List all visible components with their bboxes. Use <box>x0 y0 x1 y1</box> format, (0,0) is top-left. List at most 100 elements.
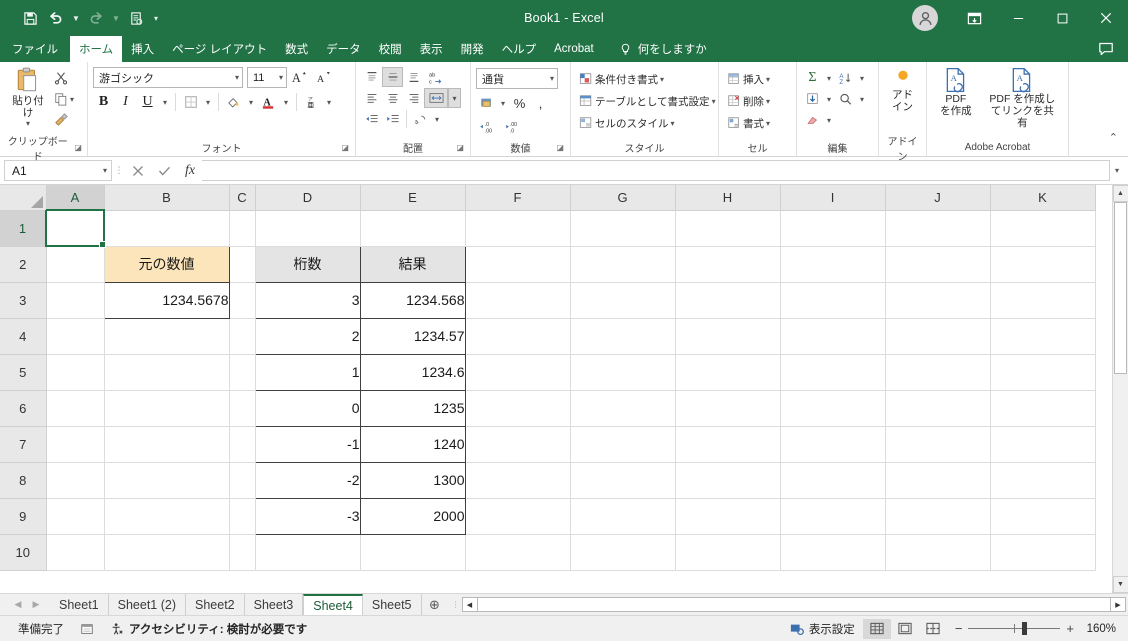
comment-icon[interactable] <box>1098 41 1114 57</box>
fill-dropdown-icon[interactable]: ▾ <box>823 89 835 109</box>
row-header-8[interactable]: 8 <box>0 462 47 499</box>
add-sheet-icon[interactable]: ⊕ <box>422 594 448 616</box>
italic-button[interactable]: I <box>115 92 136 112</box>
cell-d8[interactable]: -2 <box>254 461 361 499</box>
cell-g4[interactable] <box>570 318 676 355</box>
format-painter-button[interactable] <box>51 110 77 130</box>
account-avatar[interactable] <box>912 5 938 31</box>
cell-b1[interactable] <box>104 210 230 247</box>
cell-k3[interactable] <box>990 282 1096 319</box>
column-header-k[interactable]: K <box>990 185 1096 211</box>
zoom-slider-thumb[interactable] <box>1022 622 1028 635</box>
grow-font-icon[interactable]: A <box>287 68 311 88</box>
cell-d1[interactable] <box>255 210 361 247</box>
column-header-d[interactable]: D <box>255 185 361 211</box>
expand-formula-bar-icon[interactable]: ▾ <box>1110 166 1124 175</box>
row-header-1[interactable]: 1 <box>0 210 47 247</box>
cell-d6[interactable]: 0 <box>254 389 361 427</box>
cell-i3[interactable] <box>780 282 886 319</box>
align-middle-icon[interactable] <box>382 67 403 87</box>
cell-b2[interactable]: 元の数値 <box>103 245 230 283</box>
phonetic-dropdown-icon[interactable]: ▾ <box>323 92 335 112</box>
name-box-dropdown-icon[interactable]: ▾ <box>103 166 107 175</box>
cell-e5[interactable]: 1234.6 <box>359 353 466 391</box>
cell-b7[interactable] <box>104 426 230 463</box>
autosum-dropdown-icon[interactable]: ▾ <box>823 68 835 88</box>
cell-j2[interactable] <box>885 246 991 283</box>
scroll-down-button[interactable]: ▼ <box>1112 576 1128 593</box>
cell-c5[interactable] <box>229 354 256 391</box>
tab-developer[interactable]: 開発 <box>452 36 493 62</box>
cell-j5[interactable] <box>885 354 991 391</box>
cell-c4[interactable] <box>229 318 256 355</box>
cell-d5[interactable]: 1 <box>254 353 361 391</box>
cell-h10[interactable] <box>675 534 781 571</box>
column-header-c[interactable]: C <box>229 185 256 211</box>
cell-a3[interactable] <box>46 282 105 319</box>
copy-dropdown-icon[interactable]: ▾ <box>70 95 74 104</box>
cell-h6[interactable] <box>675 390 781 427</box>
cell-b4[interactable] <box>104 318 230 355</box>
cell-c3[interactable] <box>229 282 256 319</box>
cell-g9[interactable] <box>570 498 676 535</box>
orientation-dropdown-icon[interactable]: ▾ <box>431 109 443 129</box>
sheet-tab-sheet1-2[interactable]: Sheet1 (2) <box>108 593 186 615</box>
sheet-tab-sheet5[interactable]: Sheet5 <box>362 593 422 615</box>
column-header-j[interactable]: J <box>885 185 991 211</box>
horizontal-scroll-track[interactable] <box>477 597 1110 612</box>
cell-b10[interactable] <box>104 534 230 571</box>
autosum-icon[interactable]: Σ <box>802 68 823 88</box>
cell-h7[interactable] <box>675 426 781 463</box>
wrap-text-icon[interactable]: ab c <box>424 67 450 87</box>
vertical-scroll-track[interactable] <box>1112 202 1128 576</box>
align-bottom-icon[interactable] <box>403 67 424 87</box>
cell-e10[interactable] <box>360 534 466 571</box>
align-center-icon[interactable] <box>382 88 403 108</box>
macro-record-button[interactable] <box>72 622 102 636</box>
cell-h2[interactable] <box>675 246 781 283</box>
alignment-dialog-launcher-icon[interactable]: ◪ <box>456 143 464 152</box>
find-select-icon[interactable] <box>835 89 856 109</box>
cell-h5[interactable] <box>675 354 781 391</box>
borders-icon[interactable] <box>180 92 201 112</box>
font-color-dropdown-icon[interactable]: ▾ <box>280 92 292 112</box>
cell-j7[interactable] <box>885 426 991 463</box>
cell-h8[interactable] <box>675 462 781 499</box>
cell-j1[interactable] <box>885 210 991 247</box>
select-all-button[interactable] <box>0 185 47 211</box>
cell-a10[interactable] <box>46 534 105 571</box>
delete-cells-button[interactable]: 削除 ▾ <box>724 91 773 111</box>
accessibility-status[interactable]: アクセシビリティ: 検討が必要です <box>102 621 315 637</box>
borders-dropdown-icon[interactable]: ▾ <box>202 92 214 112</box>
cell-g3[interactable] <box>570 282 676 319</box>
view-normal-button[interactable] <box>862 618 891 639</box>
cell-k9[interactable] <box>990 498 1096 535</box>
align-right-icon[interactable] <box>403 88 424 108</box>
row-header-4[interactable]: 4 <box>0 318 47 355</box>
cell-b8[interactable] <box>104 462 230 499</box>
row-header-6[interactable]: 6 <box>0 390 47 427</box>
insert-cells-button[interactable]: 挿入 ▾ <box>724 69 773 89</box>
sheet-tab-sheet1[interactable]: Sheet1 <box>50 593 109 615</box>
minimize-button[interactable] <box>996 0 1040 36</box>
bold-button[interactable]: B <box>93 92 114 112</box>
cell-d9[interactable]: -3 <box>254 497 361 535</box>
cell-j4[interactable] <box>885 318 991 355</box>
cell-a7[interactable] <box>46 426 105 463</box>
worksheet-grid[interactable]: A B C D E F G H I J K 1 2 元の数値 桁数 結果 3 1… <box>0 185 1112 593</box>
confirm-entry-icon[interactable] <box>152 160 176 181</box>
cut-button[interactable] <box>51 68 77 88</box>
scroll-right-button[interactable]: ▶ <box>1110 597 1126 612</box>
decrease-indent-icon[interactable] <box>361 109 382 129</box>
cell-a8[interactable] <box>46 462 105 499</box>
column-header-i[interactable]: I <box>780 185 886 211</box>
number-format-dropdown-icon[interactable]: ▾ <box>550 74 554 83</box>
column-header-b[interactable]: B <box>104 185 230 211</box>
tab-help[interactable]: ヘルプ <box>493 36 546 62</box>
cell-d3[interactable]: 3 <box>254 281 361 319</box>
scroll-up-button[interactable]: ▲ <box>1112 185 1128 202</box>
undo-dropdown-icon[interactable]: ▼ <box>70 7 82 29</box>
cell-b6[interactable] <box>104 390 230 427</box>
number-dialog-launcher-icon[interactable]: ◪ <box>556 143 564 152</box>
sheet-tab-sheet3[interactable]: Sheet3 <box>244 593 304 615</box>
